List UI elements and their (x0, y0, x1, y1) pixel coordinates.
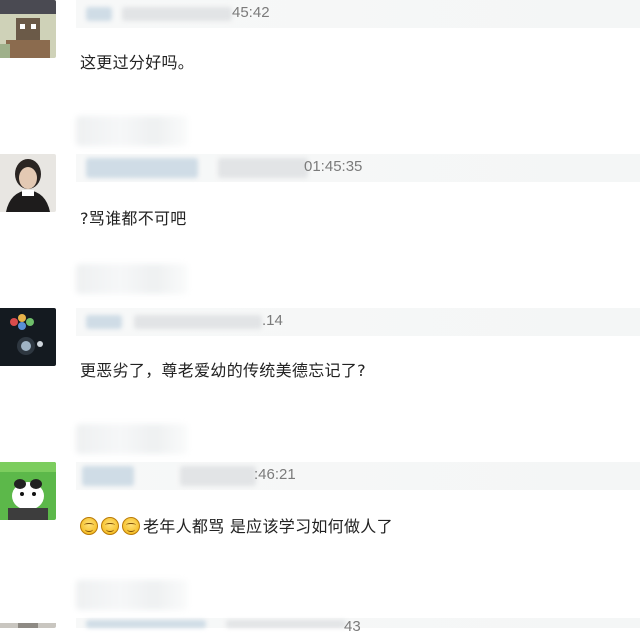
comment-text: 更恶劣了，尊老爱幼的传统美德忘记了? (80, 361, 366, 380)
smile-emoji-icon (101, 517, 119, 535)
blurred-reply-link (76, 580, 188, 610)
avatar[interactable] (0, 0, 56, 58)
avatar[interactable] (0, 154, 56, 212)
comment-timestamp: 43 (344, 618, 361, 635)
smile-emoji-icon (80, 517, 98, 535)
comment-timestamp: .14 (262, 312, 283, 329)
comment-text: 老年人都骂 是应该学习如何做人了 (80, 513, 393, 537)
blurred-reply-link (76, 264, 188, 294)
comment-meta-bar: :46:21 (76, 462, 640, 490)
avatar[interactable] (0, 308, 56, 366)
comment-timestamp: :46:21 (254, 466, 296, 483)
comment-meta-bar: .14 (76, 308, 640, 336)
blurred-reply-link (76, 424, 188, 454)
smile-emoji-icon (122, 517, 140, 535)
comment-timestamp: 01:45:35 (304, 158, 363, 175)
comment-text-body: 老年人都骂 是应该学习如何做人了 (143, 517, 393, 536)
avatar[interactable] (0, 618, 56, 628)
avatar[interactable] (0, 462, 56, 520)
comment-text: ?骂谁都不可吧 (80, 209, 187, 228)
comment-timestamp: 45:42 (232, 4, 270, 21)
blurred-reply-link (76, 116, 188, 146)
comment-meta-bar: 43 (76, 618, 640, 635)
comment-meta-bar: 01:45:35 (76, 154, 640, 182)
comment-text: 这更过分好吗。 (80, 53, 195, 72)
comment-meta-bar: 45:42 (76, 0, 640, 28)
